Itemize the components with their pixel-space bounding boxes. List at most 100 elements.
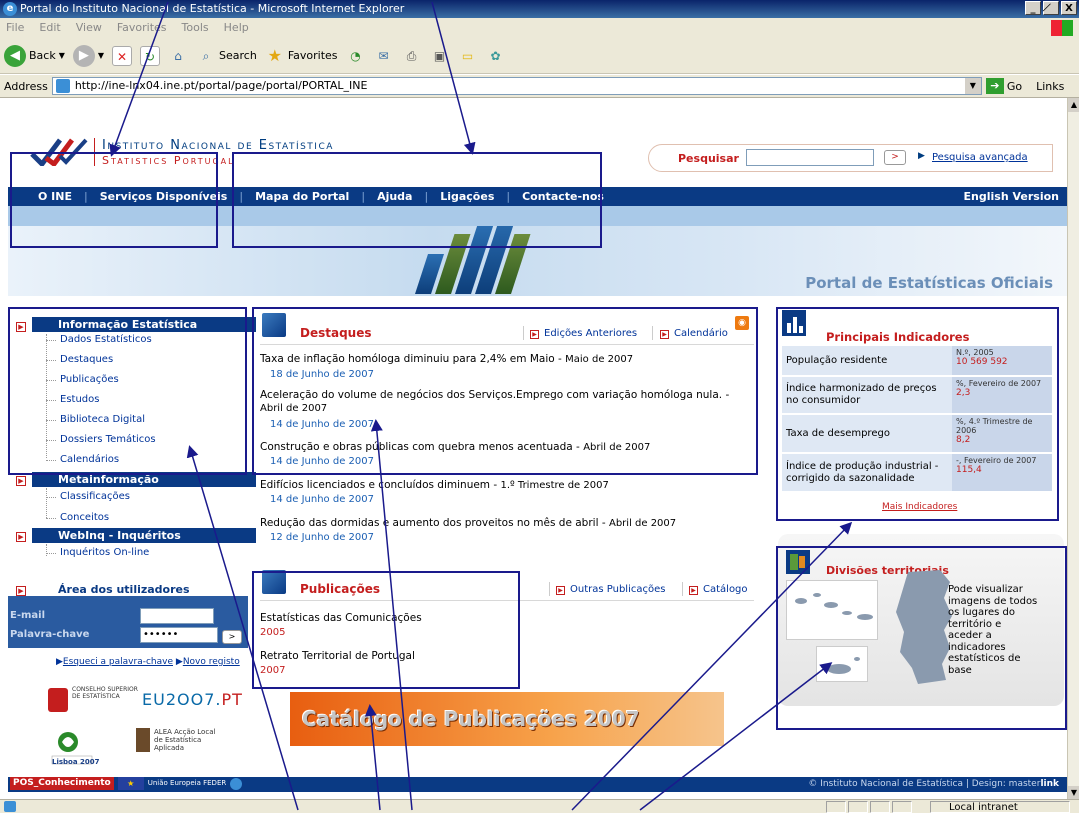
sidebar-item-conceitos[interactable]: Conceitos [45,512,109,523]
mail-icon[interactable]: ✉ [374,46,394,66]
scroll-down-icon[interactable]: ▼ [1068,786,1079,800]
catalogo-link[interactable]: ▶ Catálogo [689,584,748,595]
history-icon[interactable]: ◔ [346,46,366,66]
annotation-box [776,307,1059,521]
forward-button[interactable]: ▶ ▼ [72,44,104,67]
email-field[interactable] [140,608,214,624]
annotation-box [776,546,1067,730]
headline-date: 12 de Junho de 2007 [270,532,374,543]
back-button[interactable]: ◀ Back ▼ [4,44,65,67]
search-button[interactable]: ⌕ Search [196,46,257,66]
sidebar-item-classificacoes[interactable]: Classificações [46,491,130,502]
page-status-icon [4,801,16,812]
register-link[interactable]: Novo registo [183,657,240,667]
search-go-button[interactable]: > [884,150,906,165]
window-title-bar[interactable]: e Portal do Instituto Nacional de Estatí… [0,0,1079,18]
password-field[interactable]: •••••• [140,627,218,643]
english-version-link[interactable]: English Version [964,187,1059,206]
edit-icon[interactable]: ▣ [430,46,450,66]
annotation-box [8,307,247,475]
close-button[interactable]: X [1061,1,1077,15]
outras-publicacoes-label: Outras Publicações [570,584,666,595]
expand-icon[interactable]: ▶ [16,586,26,596]
arrow-icon: ▶ [175,657,183,667]
menu-file[interactable]: File [6,18,24,38]
annotation-box [10,152,218,248]
outras-publicacoes-link[interactable]: ▶ Outras Publicações [556,584,665,595]
menu-edit[interactable]: Edit [39,18,60,38]
status-pane [826,801,846,813]
favorites-button[interactable]: ★ Favorites [265,46,338,66]
catalog-2007-banner[interactable]: Catálogo de Publicações 2007 [290,692,724,746]
forgot-password-link[interactable]: Esqueci a palavra-chave [63,657,173,667]
copyright-text: © Instituto Nacional de Estatística | De… [808,779,1041,789]
vertical-scrollbar[interactable]: ▲ ▼ [1067,98,1079,800]
tree-line [46,544,47,556]
email-label: E-mail [10,610,46,621]
scroll-up-icon[interactable]: ▲ [1068,98,1079,112]
sidebar-webinq-title[interactable]: WebInq - Inquéritos [32,528,256,543]
eu2007-logo[interactable]: EU2OO7.PT [142,690,243,709]
menu-tools[interactable]: Tools [182,18,209,38]
eu-flag-icon: ★ [117,777,144,790]
advanced-search-link[interactable]: Pesquisa avançada [932,152,1028,163]
print-icon[interactable]: ⎙ [402,46,422,66]
back-dropdown-icon[interactable]: ▼ [59,51,65,60]
eu2007-logo-pt: PT [221,690,243,709]
divider [682,582,683,596]
status-pane [892,801,912,813]
menu-favorites[interactable]: Favorites [117,18,167,38]
divider [549,582,550,596]
stop-icon[interactable]: ✕ [112,45,133,66]
annotation-box [252,571,520,689]
menu-view[interactable]: View [76,18,102,38]
window-title: Portal do Instituto Nacional de Estatíst… [20,2,405,15]
lisboa-logo-text: Lisboa 2007 [52,758,100,766]
expand-icon[interactable]: ▶ [16,532,26,542]
menu-help[interactable]: Help [224,18,249,38]
folder-icon[interactable]: ▭ [458,46,478,66]
restore-button[interactable]: ̸ [1043,1,1059,15]
expand-icon[interactable]: ▶ [16,476,26,486]
go-button[interactable]: ➔ Go [985,78,1022,94]
messenger-icon[interactable]: ✿ [486,46,506,66]
refresh-icon[interactable]: ↻ [140,45,161,66]
favorites-label: Favorites [287,49,338,62]
users-area-title: Área dos utilizadores [58,583,190,596]
minimize-button[interactable]: _ [1025,1,1041,15]
headline-date: 14 de Junho de 2007 [270,494,374,505]
home-icon[interactable]: ⌂ [168,46,188,66]
masterlink-link[interactable]: link [1040,779,1059,789]
eu2007-logo-text: EU2OO7. [142,690,222,709]
back-arrow-icon: ◀ [4,44,26,67]
tree-line [46,488,47,518]
security-zone: Local intranet [930,801,1070,813]
site-search-input[interactable] [746,149,874,166]
search-label: Search [219,49,257,62]
posc-logo[interactable]: POS_Conhecimento [10,777,114,790]
status-bar: Local intranet [0,799,1079,813]
page-footer: POS_Conhecimento ★ União Europeia FEDER … [8,777,1067,792]
address-dropdown-icon[interactable]: ▼ [964,78,981,94]
address-url: http://ine-lnx04.ine.pt/portal/page/port… [74,79,368,92]
conselho-superior-logo[interactable]: CONSELHO SUPERIOR DE ESTATÍSTICA [48,686,138,716]
menu-bar: File Edit View Favorites Tools Help [0,18,1079,38]
favorites-star-icon: ★ [267,45,282,65]
annotation-box [232,152,602,248]
headline-title[interactable]: Redução das dormidas e aumento dos prove… [260,517,755,530]
forward-dropdown-icon[interactable]: ▼ [98,51,104,60]
login-links: ▶Esqueci a palavra-chave ▶Novo registo [56,657,240,667]
banner-title: Portal de Estatísticas Oficiais [805,274,1053,292]
browser-toolbar: ◀ Back ▼ ▶ ▼ ✕ ↻ ⌂ ⌕ Search ★ Favorites … [0,38,1079,74]
headline-title[interactable]: Edifícios licenciados e concluídos dimin… [260,479,755,492]
alea-logo[interactable]: ALEA Acção Local de Estatística Aplicada [136,728,226,752]
login-go-button[interactable]: > [222,630,242,644]
alea-logo-text: ALEA Acção Local de Estatística Aplicada [154,728,216,752]
page-icon [55,79,70,93]
links-button[interactable]: Links [1036,80,1064,93]
address-input[interactable]: http://ine-lnx04.ine.pt/portal/page/port… [51,77,982,95]
annotation-box [252,307,758,475]
status-pane [870,801,890,813]
catalogo-label: Catálogo [703,584,748,595]
sidebar-item-inqueritos[interactable]: Inquéritos On-line [45,547,149,558]
